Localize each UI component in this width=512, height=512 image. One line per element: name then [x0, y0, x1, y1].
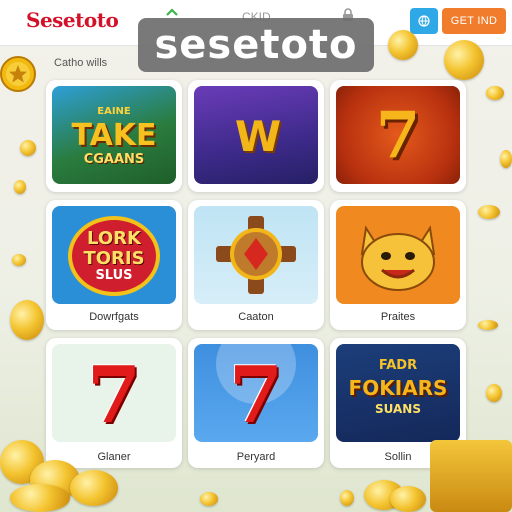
coin-decoration [14, 180, 26, 194]
game-label: Peryard [236, 451, 276, 463]
game-art-title: 7 [375, 98, 421, 173]
game-card[interactable]: Praites [330, 200, 466, 330]
coin-decoration [340, 490, 354, 506]
game-art-text: LORK [87, 228, 141, 249]
language-button[interactable] [410, 8, 438, 34]
game-card[interactable]: 7 Peryard [188, 338, 324, 468]
game-art-text: TORIS [83, 248, 145, 269]
coin-decoration [12, 254, 26, 266]
star-coin-icon [0, 56, 36, 92]
brand-overlay: sesetoto [138, 18, 374, 72]
coin-decoration [200, 492, 218, 506]
game-card[interactable]: W [188, 80, 324, 192]
game-art-text: SLUS [95, 268, 133, 283]
coin-decoration [20, 140, 36, 156]
game-card[interactable]: 7 [330, 80, 466, 192]
game-label: Dowrfgats [89, 311, 139, 323]
game-art-text: FADR [378, 358, 418, 373]
cat-mascot-icon [360, 225, 436, 291]
section-label: Catho wills [54, 57, 108, 69]
game-art: FADR FOKIARS SUANS [336, 344, 460, 442]
game-art-title: TAKE [71, 118, 157, 153]
game-art: 7 [52, 344, 176, 442]
site-logo[interactable]: Sesetoto [26, 8, 119, 32]
game-label: Praites [380, 311, 416, 323]
coin-decoration [486, 384, 502, 402]
game-label: Caaton [238, 311, 274, 323]
gold-block-decoration [430, 440, 512, 512]
game-art-text: SUANS [375, 402, 421, 416]
coin-decoration [500, 150, 512, 168]
game-art-text: CGAANS [83, 152, 145, 167]
game-art-title: FOKIARS [348, 376, 448, 400]
game-art-title: 7 [228, 350, 284, 441]
game-card[interactable]: Caaton [188, 200, 324, 330]
coin-decoration [486, 86, 504, 100]
game-card[interactable]: LORK TORIS SLUS Dowrfgats [46, 200, 182, 330]
game-art-text: EAINE [97, 106, 131, 117]
coin-decoration [478, 205, 500, 219]
coin-pile-decoration [0, 430, 130, 512]
game-art: W [194, 86, 318, 184]
game-art: 7 [336, 86, 460, 184]
game-art: LORK TORIS SLUS [52, 206, 176, 304]
coin-decoration [478, 320, 498, 330]
chevron-up-icon[interactable] [166, 8, 178, 16]
coin-pile-decoration [364, 470, 428, 512]
game-art: EAINE TAKE CGAANS [52, 86, 176, 184]
game-art-title: 7 [86, 350, 142, 441]
get-button[interactable]: GET IND [442, 8, 506, 34]
game-art-title: W [234, 112, 281, 161]
game-art [194, 206, 318, 304]
globe-icon [418, 15, 430, 27]
coin-decoration [388, 30, 418, 60]
coin-decoration [444, 40, 484, 80]
game-art: 7 [194, 344, 318, 442]
game-art [336, 206, 460, 304]
cross-shield-icon [216, 216, 296, 294]
coin-decoration [10, 300, 44, 340]
game-card[interactable]: EAINE TAKE CGAANS [46, 80, 182, 192]
